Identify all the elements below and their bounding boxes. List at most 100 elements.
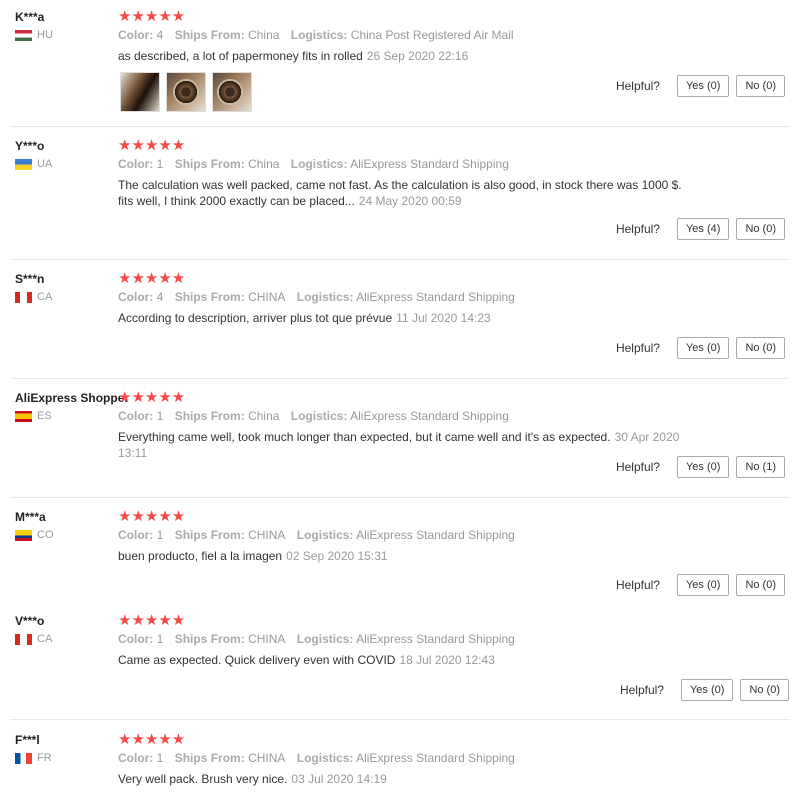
- color-label: Color:: [118, 409, 154, 423]
- reviewer-country: FR: [15, 752, 52, 764]
- review-text: as described, a lot of papermoney fits i…: [118, 49, 469, 63]
- review-photo-thumbnail[interactable]: [120, 72, 160, 112]
- logistics-label: Logistics:: [290, 409, 348, 423]
- flag-ca-icon: [15, 633, 32, 645]
- reviewer-country: CO: [15, 529, 54, 541]
- reviewer-name: V***o: [15, 614, 45, 628]
- reviewer-country: UA: [15, 158, 52, 170]
- logistics-label: Logistics:: [296, 632, 354, 646]
- review-text: According to description, arriver plus t…: [118, 311, 491, 325]
- star-rating: ★★★★★: [118, 731, 186, 748]
- review-divider: [10, 378, 790, 379]
- country-code: CO: [37, 529, 54, 541]
- ships-from-label: Ships From:: [174, 632, 245, 646]
- color-label: Color:: [118, 751, 154, 765]
- helpful-vote: Helpful? Yes (0) No (0): [616, 75, 785, 97]
- reviewer-country: CA: [15, 291, 52, 303]
- ships-from-label: Ships From:: [174, 290, 245, 304]
- ships-from-label: Ships From:: [174, 528, 245, 542]
- ships-from-value: China: [248, 409, 280, 423]
- logistics-value: China Post Registered Air Mail: [350, 28, 514, 42]
- color-value: 4: [156, 290, 164, 304]
- helpful-label: Helpful?: [615, 222, 660, 236]
- review-divider: [10, 126, 790, 127]
- review-divider: [10, 497, 790, 498]
- helpful-label: Helpful?: [615, 341, 660, 355]
- review-date: 03 Jul 2020 14:19: [291, 772, 387, 786]
- helpful-no-button[interactable]: No (0): [736, 218, 785, 240]
- color-value: 1: [156, 409, 164, 423]
- helpful-yes-button[interactable]: Yes (0): [676, 574, 730, 596]
- helpful-vote: Helpful? Yes (0) No (0): [620, 679, 789, 701]
- reviewer-name: Y***o: [15, 139, 45, 153]
- helpful-vote: Helpful? Yes (0) No (1): [616, 456, 785, 478]
- logistics-value: AliExpress Standard Shipping: [356, 290, 515, 304]
- flag-ua-icon: [15, 158, 32, 170]
- flag-ca-icon: [15, 291, 32, 303]
- review-text: Very well pack. Brush very nice. 03 Jul 2…: [118, 772, 387, 786]
- helpful-no-button[interactable]: No (0): [736, 574, 785, 596]
- ships-from-value: China: [248, 28, 280, 42]
- helpful-yes-button[interactable]: Yes (0): [676, 456, 730, 478]
- ships-from-value: China: [248, 157, 280, 171]
- helpful-label: Helpful?: [619, 683, 664, 697]
- ships-from-value: CHINA: [248, 290, 286, 304]
- review-photos: [120, 72, 252, 112]
- reviewer-name: F***l: [15, 733, 40, 747]
- review-photo-thumbnail[interactable]: [166, 72, 206, 112]
- color-value: 1: [156, 632, 164, 646]
- reviewer-name: AliExpress Shopper: [15, 391, 130, 405]
- star-rating: ★★★★★: [118, 8, 186, 25]
- order-info: Color: 1 Ships From: CHINA Logistics: Al…: [118, 751, 523, 765]
- country-code: HU: [37, 29, 53, 41]
- flag-co-icon: [15, 529, 32, 541]
- star-rating: ★★★★★: [118, 389, 186, 406]
- helpful-label: Helpful?: [615, 79, 660, 93]
- review-photo-thumbnail[interactable]: [212, 72, 252, 112]
- ships-from-label: Ships From:: [174, 409, 245, 423]
- logistics-value: AliExpress Standard Shipping: [356, 528, 515, 542]
- reviewer-name: M***a: [15, 510, 46, 524]
- helpful-label: Helpful?: [615, 578, 660, 592]
- review-text: The calculation was well packed, came no…: [118, 178, 682, 208]
- review-divider: [10, 259, 790, 260]
- helpful-vote: Helpful? Yes (0) No (0): [616, 337, 785, 359]
- helpful-no-button[interactable]: No (0): [736, 75, 785, 97]
- helpful-no-button[interactable]: No (0): [740, 679, 789, 701]
- ships-from-label: Ships From:: [174, 28, 245, 42]
- helpful-no-button[interactable]: No (1): [736, 456, 785, 478]
- color-value: 1: [156, 751, 164, 765]
- country-code: UA: [37, 158, 53, 170]
- review-text: Came as expected. Quick delivery even wi…: [118, 653, 495, 667]
- review-date: 18 Jul 2020 12:43: [399, 653, 495, 667]
- gear-image: [173, 79, 199, 105]
- color-label: Color:: [118, 290, 154, 304]
- helpful-yes-button[interactable]: Yes (4): [676, 218, 730, 240]
- reviewer-name: K***a: [15, 10, 45, 24]
- logistics-label: Logistics:: [290, 157, 348, 171]
- logistics-label: Logistics:: [290, 28, 348, 42]
- ships-from-value: CHINA: [248, 751, 286, 765]
- helpful-vote: Helpful? Yes (4) No (0): [616, 218, 785, 240]
- star-rating: ★★★★★: [118, 270, 186, 287]
- review-date: 11 Jul 2020 14:23: [396, 311, 491, 325]
- logistics-label: Logistics:: [296, 290, 354, 304]
- color-value: 4: [156, 28, 164, 42]
- logistics-value: AliExpress Standard Shipping: [350, 409, 509, 423]
- review-text: Everything came well, took much longer t…: [118, 430, 680, 460]
- ships-from-label: Ships From:: [174, 157, 245, 171]
- review-date: 24 May 2020 00:59: [358, 194, 462, 208]
- reviewer-country: ES: [15, 410, 52, 422]
- helpful-no-button[interactable]: No (0): [736, 337, 785, 359]
- gear-image: [217, 79, 243, 105]
- helpful-yes-button[interactable]: Yes (0): [680, 679, 734, 701]
- helpful-yes-button[interactable]: Yes (0): [676, 337, 730, 359]
- star-rating: ★★★★★: [118, 137, 186, 154]
- logistics-value: AliExpress Standard Shipping: [356, 751, 515, 765]
- order-info: Color: 1 Ships From: China Logistics: Al…: [118, 157, 517, 171]
- helpful-yes-button[interactable]: Yes (0): [676, 75, 730, 97]
- flag-fr-icon: [15, 752, 32, 764]
- flag-hu-icon: [15, 29, 32, 41]
- ships-from-value: CHINA: [248, 632, 286, 646]
- review-date: 26 Sep 2020 22:16: [366, 49, 469, 63]
